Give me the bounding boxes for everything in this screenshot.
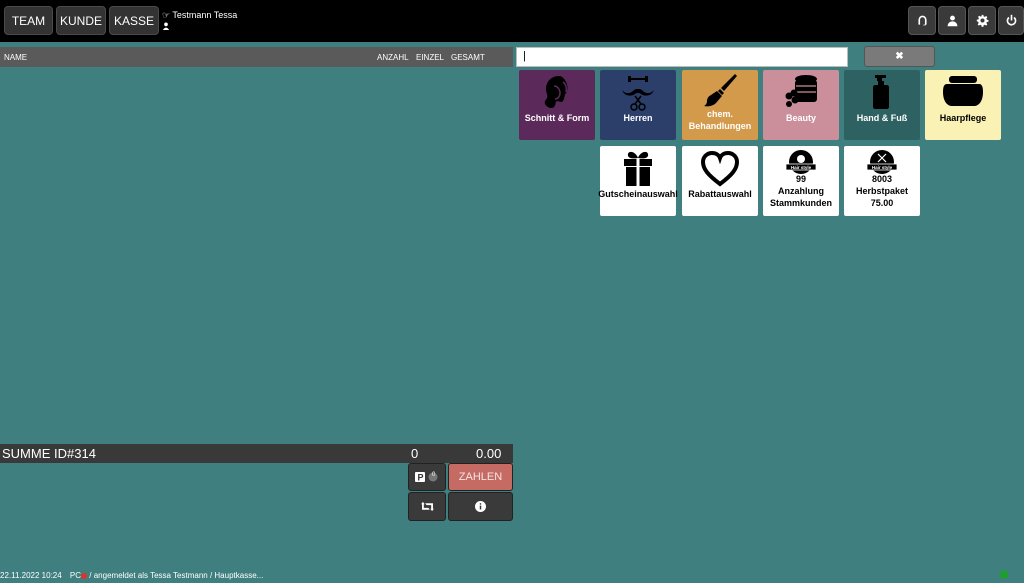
cosmetics-jar-icon bbox=[781, 72, 821, 112]
support-button[interactable] bbox=[908, 6, 936, 35]
retweet-icon bbox=[420, 501, 434, 512]
gear-icon bbox=[976, 14, 989, 27]
tile-rabattauswahl[interactable]: Rabattauswahl bbox=[682, 146, 758, 216]
refresh-button[interactable] bbox=[408, 492, 446, 521]
column-anzahl: ANZAHL bbox=[377, 53, 409, 62]
sum-count: 0 bbox=[411, 446, 419, 461]
clear-search-button[interactable]: ✖ bbox=[864, 46, 935, 67]
mustache-scissors-icon bbox=[618, 72, 658, 112]
status-datetime: 22.11.2022 10:24 bbox=[0, 571, 62, 580]
user-icon bbox=[162, 21, 237, 33]
settings-button[interactable] bbox=[968, 6, 996, 35]
pc-status-dot-icon bbox=[81, 572, 88, 579]
lock-icon bbox=[1000, 571, 1008, 578]
hair-cream-jar-icon bbox=[941, 72, 985, 112]
user-icon bbox=[947, 15, 957, 27]
tile-beauty[interactable]: Beauty bbox=[763, 70, 839, 140]
tile-label: Herbstpaket bbox=[855, 186, 909, 196]
status-text: / angemeldet als Tessa Testmann / Hauptk… bbox=[89, 571, 264, 580]
park-button[interactable]: P 0 bbox=[408, 463, 446, 491]
status-pc: PC bbox=[69, 571, 82, 580]
column-gesamt: GESAMT bbox=[451, 53, 485, 62]
tile-haarpflege[interactable]: Haarpflege bbox=[925, 70, 1001, 140]
search-input[interactable]: | bbox=[516, 47, 848, 67]
park-count-badge: 0 bbox=[432, 472, 436, 478]
gift-icon bbox=[620, 148, 656, 188]
kasse-button[interactable]: KASSE bbox=[109, 6, 159, 35]
tile-price: 75.00 bbox=[870, 198, 894, 208]
svg-text:P: P bbox=[418, 473, 424, 483]
dye-brush-icon bbox=[702, 72, 738, 108]
tile-chem-behandlungen[interactable]: chem. Behandlungen bbox=[682, 70, 758, 140]
tile-hand-fuss[interactable]: Hand & Fuß bbox=[844, 70, 920, 140]
tile-gutscheinauswahl[interactable]: Gutscheinauswahl bbox=[598, 146, 678, 216]
tile-label: Haarpflege bbox=[939, 113, 987, 123]
user-button[interactable] bbox=[938, 6, 966, 35]
sum-row: SUMME ID#314 0 0.00 bbox=[0, 444, 513, 463]
tile-label: Schnitt & Form bbox=[524, 113, 590, 123]
tile-code: 99 bbox=[795, 174, 806, 184]
info-icon bbox=[475, 501, 486, 512]
sum-total: 0.00 bbox=[476, 446, 502, 461]
tile-anzahlung-stammkunden[interactable]: Hair style 99 Anzahlung Stammkunden bbox=[763, 146, 839, 216]
tile-label: Gutscheinauswahl bbox=[598, 189, 678, 199]
tile-herren[interactable]: Herren bbox=[600, 70, 676, 140]
badge-text: Hair style bbox=[872, 165, 893, 170]
tile-label: Rabattauswahl bbox=[688, 189, 752, 199]
lotion-bottle-icon bbox=[862, 72, 902, 112]
sum-label: SUMME ID#314 bbox=[2, 446, 96, 461]
tile-label: Anzahlung Stammkunden bbox=[769, 186, 832, 208]
team-button[interactable]: TEAM bbox=[4, 6, 53, 35]
heart-icon bbox=[700, 148, 740, 188]
column-name: NAME bbox=[4, 53, 28, 62]
user-info: ☞ Testmann Tessa bbox=[162, 9, 237, 33]
info-button[interactable] bbox=[448, 492, 513, 521]
woman-head-icon bbox=[537, 72, 577, 112]
tile-label: Beauty bbox=[785, 113, 816, 123]
kunde-button[interactable]: KUNDE bbox=[56, 6, 106, 35]
tile-label: Hand & Fuß bbox=[856, 113, 908, 123]
tile-code: 8003 bbox=[871, 174, 893, 184]
tile-label: Herren bbox=[623, 113, 653, 123]
power-icon bbox=[1006, 14, 1016, 26]
top-bar: TEAM KUNDE KASSE ☞ Testmann Tessa bbox=[0, 0, 1024, 42]
column-einzel: EINZEL bbox=[416, 53, 445, 62]
power-button[interactable] bbox=[998, 6, 1024, 35]
headset-icon bbox=[917, 15, 927, 26]
parking-icon: P bbox=[415, 472, 438, 483]
status-bar: 22.11.2022 10:24 PC / angemeldet als Tes… bbox=[0, 571, 263, 580]
receipt-table-header: NAME ANZAHL EINZEL GESAMT bbox=[0, 47, 513, 67]
tile-label: chem. Behandlungen bbox=[688, 109, 752, 131]
user-name: Testmann Tessa bbox=[172, 10, 238, 20]
pay-button[interactable]: ZAHLEN bbox=[448, 463, 513, 491]
badge-text: Hair style bbox=[791, 165, 812, 170]
hand-pointer-icon: ☞ bbox=[162, 10, 171, 20]
tile-herbstpaket[interactable]: Hair style 8003 Herbstpaket 75.00 bbox=[844, 146, 920, 216]
tile-schnitt-form[interactable]: Schnitt & Form bbox=[519, 70, 595, 140]
